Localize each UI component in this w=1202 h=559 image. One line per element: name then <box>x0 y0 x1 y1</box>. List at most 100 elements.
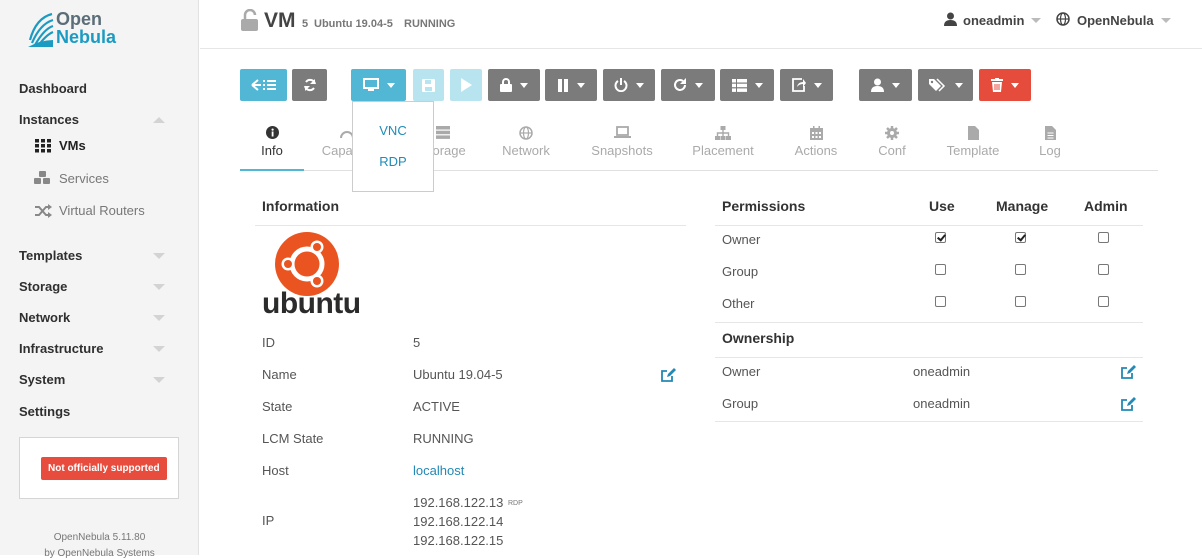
permission-checkbox-owner-admin[interactable] <box>1098 232 1109 243</box>
chevron-down-icon <box>892 82 900 88</box>
sidebar-item-vms[interactable]: VMs <box>34 138 86 153</box>
sidebar-item-virtual-routers[interactable]: Virtual Routers <box>34 203 145 218</box>
ubuntu-wordmark: ubuntu <box>262 287 361 320</box>
share-button[interactable] <box>780 69 833 101</box>
tab-label: Conf <box>878 143 906 158</box>
save-icon <box>422 78 435 92</box>
info-key-state: State <box>262 399 293 414</box>
top-bar: VM 5 Ubuntu 19.04-5 RUNNING oneadmin Ope… <box>200 0 1202 49</box>
permission-checkbox-owner-use[interactable] <box>935 232 946 243</box>
vm-id: 5 <box>302 18 309 30</box>
support-label[interactable]: Not officially supported <box>41 457 167 480</box>
edit-name-icon[interactable] <box>661 368 676 387</box>
sidebar-item-infrastructure[interactable]: Infrastructure <box>19 341 104 356</box>
tab-actions[interactable]: Actions <box>781 126 851 158</box>
divider <box>715 357 1143 358</box>
tab-placement[interactable]: Placement <box>688 126 758 158</box>
permissions-row-other: Other <box>722 296 755 311</box>
power-button[interactable] <box>603 69 655 101</box>
chevron-up-icon[interactable] <box>153 117 165 123</box>
sidebar-item-templates[interactable]: Templates <box>19 248 82 263</box>
save-button[interactable] <box>413 69 444 101</box>
tab-network[interactable]: Network <box>491 126 561 158</box>
opennebula-logo[interactable]: Open Nebula <box>26 9 136 50</box>
information-title: Information <box>262 198 339 214</box>
reboot-button[interactable] <box>661 69 715 101</box>
ownership-title: Ownership <box>722 330 795 346</box>
delete-button[interactable] <box>979 69 1031 101</box>
edit-group-icon[interactable] <box>1121 397 1136 416</box>
info-icon <box>237 126 307 142</box>
chevron-down-icon <box>520 82 528 88</box>
chevron-down-icon <box>386 82 395 88</box>
lock-button[interactable] <box>488 69 540 101</box>
tab-template[interactable]: Template <box>938 126 1008 158</box>
refresh-button[interactable] <box>292 69 327 101</box>
ownership-owner-link[interactable]: oneadmin <box>913 364 970 379</box>
user-menu[interactable]: oneadmin <box>944 12 1042 29</box>
permission-checkbox-group-manage[interactable] <box>1015 264 1026 275</box>
tab-label: Template <box>946 143 1000 158</box>
zone-menu[interactable]: OpenNebula <box>1056 12 1171 29</box>
sidebar-item-services[interactable]: Services <box>34 171 109 186</box>
permissions-row-owner: Owner <box>722 232 761 247</box>
sidebar-item-dashboard[interactable]: Dashboard <box>19 81 87 96</box>
permission-checkbox-other-use[interactable] <box>935 296 946 307</box>
ip-rdp-tag: RDP <box>508 500 523 507</box>
info-key-name: Name <box>262 367 297 382</box>
sidebar-item-settings[interactable]: Settings <box>19 404 70 419</box>
chevron-down-icon[interactable] <box>153 253 165 259</box>
ubuntu-logo: ubuntu <box>262 232 362 322</box>
tab-label: Placement <box>692 143 754 158</box>
chevron-down-icon <box>754 82 763 88</box>
permission-checkbox-other-manage[interactable] <box>1015 296 1026 307</box>
info-key-id: ID <box>262 335 275 350</box>
tab-snapshots[interactable]: Snapshots <box>587 126 657 158</box>
back-to-list-button[interactable] <box>240 69 287 101</box>
tags-icon <box>928 78 945 92</box>
sidebar-item-system[interactable]: System <box>19 372 65 387</box>
sidebar-item-instances[interactable]: Instances <box>19 112 79 127</box>
permission-checkbox-group-use[interactable] <box>935 264 946 275</box>
permission-checkbox-group-admin[interactable] <box>1098 264 1109 275</box>
version-text: OpenNebula 5.11.80 <box>53 532 146 543</box>
chevron-down-icon <box>1160 18 1171 23</box>
labels-button[interactable] <box>918 69 973 101</box>
console-dropdown-button[interactable] <box>351 69 406 101</box>
dropdown-item-vnc[interactable]: VNC <box>353 123 433 138</box>
play-button[interactable] <box>450 69 482 101</box>
tab-conf[interactable]: Conf <box>857 126 927 158</box>
sidebar: Open Nebula Dashboard Instances VMs Serv… <box>0 0 199 559</box>
tab-label: Actions <box>794 143 838 158</box>
permission-checkbox-owner-manage[interactable] <box>1015 232 1026 243</box>
sidebar-item-label: VMs <box>59 138 86 153</box>
migrate-button[interactable] <box>720 69 774 101</box>
chevron-down-icon[interactable] <box>153 284 165 290</box>
tab-info[interactable]: Info <box>237 126 307 158</box>
chevron-down-icon[interactable] <box>153 346 165 352</box>
chevron-down-icon[interactable] <box>153 377 165 383</box>
trash-icon <box>991 78 1003 92</box>
info-key-lcm-state: LCM State <box>262 431 324 446</box>
chevron-down-icon[interactable] <box>153 315 165 321</box>
edit-owner-icon[interactable] <box>1121 365 1136 384</box>
sitemap-icon <box>688 126 758 142</box>
info-value-host-link[interactable]: localhost <box>413 463 464 478</box>
tab-log[interactable]: Log <box>1015 126 1085 158</box>
ip-address-2: 192.168.122.14 <box>413 514 504 529</box>
permission-checkbox-other-admin[interactable] <box>1098 296 1109 307</box>
grid-icon <box>34 138 52 153</box>
change-owner-button[interactable] <box>859 69 912 101</box>
ownership-group-link[interactable]: oneadmin <box>913 396 970 411</box>
vm-name: Ubuntu 19.04-5 <box>314 18 393 30</box>
chevron-down-icon <box>695 82 703 88</box>
pause-button[interactable] <box>545 69 597 101</box>
support-box: Not officially supported <box>19 437 179 499</box>
sidebar-item-network[interactable]: Network <box>19 310 70 325</box>
user-name: oneadmin <box>963 13 1025 28</box>
company-text[interactable]: by OpenNebula Systems <box>0 548 199 559</box>
sidebar-item-storage[interactable]: Storage <box>19 279 67 294</box>
ip-address-3: 192.168.122.15 <box>413 533 504 548</box>
dropdown-item-rdp[interactable]: RDP <box>353 154 433 169</box>
info-key-ip: IP <box>262 513 275 528</box>
